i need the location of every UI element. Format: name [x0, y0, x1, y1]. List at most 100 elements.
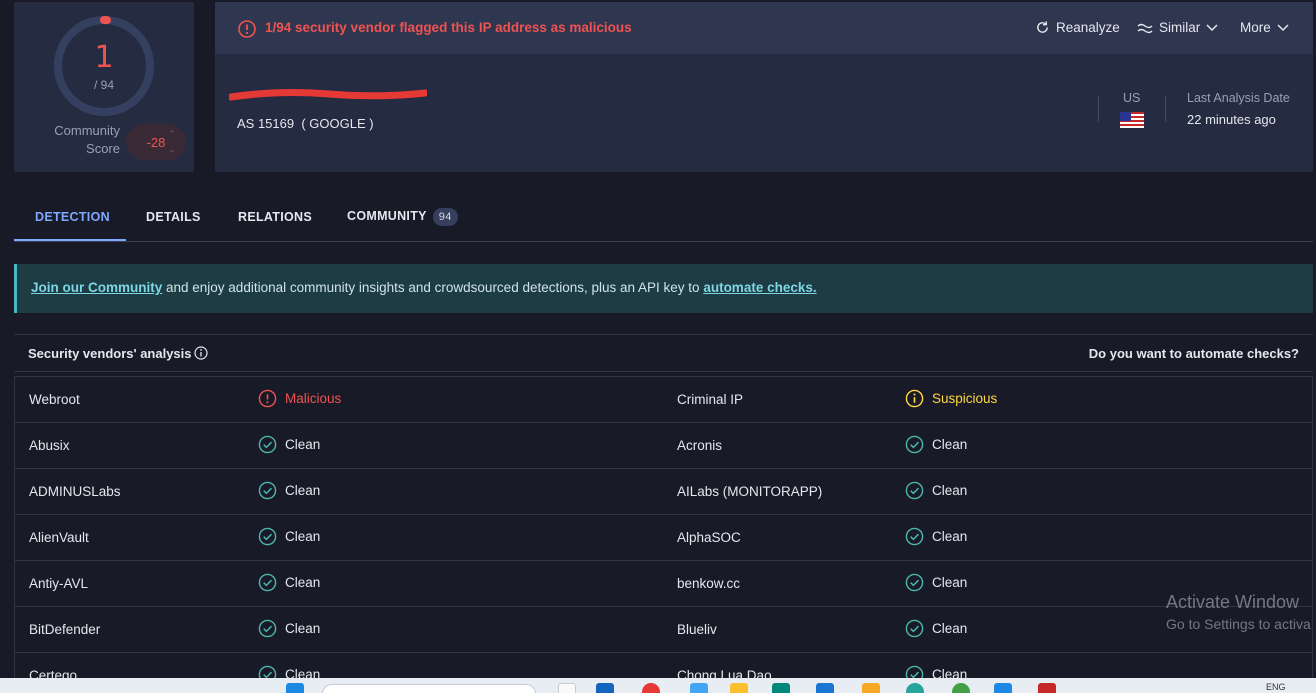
reanalyze-button[interactable]: Reanalyze — [1035, 20, 1120, 35]
chevron-down-icon — [1206, 23, 1218, 31]
tab-community[interactable]: COMMUNITY 94 — [347, 208, 458, 226]
detection-count: 1 — [94, 40, 114, 75]
country-code: US — [1123, 91, 1141, 105]
vendor-name: AILabs (MONITORAPP) — [677, 484, 823, 499]
tab-details[interactable]: DETAILS — [146, 210, 201, 224]
automate-checks-cta[interactable]: Do you want to automate checks? — [1089, 346, 1299, 361]
vendor-result: Clean — [905, 619, 967, 638]
vendor-result: Malicious — [258, 389, 341, 408]
clean-check-icon — [905, 435, 924, 454]
clean-check-icon — [258, 435, 277, 454]
vendor-name: ADMINUSLabs — [29, 484, 121, 499]
vendor-name: benkow.cc — [677, 576, 741, 591]
vote-down-icon[interactable]: ⌄ — [168, 144, 176, 154]
community-count-badge: 94 — [432, 208, 458, 226]
activate-windows-hint: Go to Settings to activa — [1166, 616, 1311, 632]
malicious-icon — [258, 389, 277, 408]
community-score-value[interactable]: -28 ⌃ ⌄ — [126, 124, 186, 160]
app-icon[interactable] — [772, 683, 790, 693]
divider — [1165, 96, 1166, 122]
vendor-name: Antiy-AVL — [29, 576, 89, 591]
similar-icon — [1137, 23, 1153, 33]
whatsapp-icon[interactable] — [952, 683, 970, 693]
vendor-result: Suspicious — [905, 389, 997, 408]
vendor-result: Clean — [258, 619, 320, 638]
alert-icon — [238, 20, 256, 38]
last-analysis-value: 22 minutes ago — [1187, 112, 1276, 127]
vendor-result: Clean — [258, 481, 320, 500]
join-community-link[interactable]: Join our Community — [31, 280, 162, 295]
app-icon[interactable] — [730, 683, 748, 693]
vendor-name: AlienVault — [29, 530, 89, 545]
divider — [1098, 96, 1099, 122]
vendor-row: Abusix Clean Acronis Clean — [15, 423, 1312, 469]
us-flag-icon — [1120, 112, 1144, 128]
detection-score-card: 1 / 94 Community Score -28 ⌃ ⌄ — [14, 2, 194, 172]
vendor-name: Blueliv — [677, 622, 717, 637]
similar-dropdown[interactable]: Similar — [1137, 20, 1218, 35]
tab-detection[interactable]: DETECTION — [35, 210, 110, 224]
last-analysis-label: Last Analysis Date — [1187, 91, 1290, 105]
info-icon[interactable] — [194, 346, 208, 360]
automate-checks-link[interactable]: automate checks. — [703, 280, 816, 295]
more-dropdown[interactable]: More — [1240, 20, 1289, 35]
taskbar: ENG — [0, 678, 1316, 693]
vendor-row: ADMINUSLabs Clean AILabs (MONITORAPP) Clean — [15, 469, 1312, 515]
refresh-icon — [1037, 21, 1048, 33]
vendor-name: BitDefender — [29, 622, 101, 637]
clean-check-icon — [905, 573, 924, 592]
active-tab-indicator — [14, 239, 126, 241]
banner-text: and enjoy additional community insights … — [162, 280, 704, 295]
vendor-result: Clean — [258, 527, 320, 546]
vendor-result: Clean — [905, 435, 967, 454]
vendor-result: Clean — [905, 527, 967, 546]
vendor-row: Antiy-AVL Clean benkow.cc Clean — [15, 561, 1312, 607]
tab-relations[interactable]: RELATIONS — [238, 210, 312, 224]
vendor-name: Criminal IP — [677, 392, 744, 407]
community-score-label: Community Score — [54, 123, 120, 156]
ip-summary-card: 1/94 security vendor flagged this IP add… — [215, 2, 1313, 172]
vendor-name: AlphaSOC — [677, 530, 741, 545]
alert-bar: 1/94 security vendor flagged this IP add… — [215, 2, 1313, 54]
vendor-name: Abusix — [29, 438, 70, 453]
vendor-row: BitDefender Clean Blueliv Clean — [15, 607, 1312, 653]
app-icon[interactable] — [816, 683, 834, 693]
start-icon[interactable] — [286, 683, 304, 693]
app-icon[interactable] — [994, 683, 1012, 693]
clean-check-icon — [258, 573, 277, 592]
alert-message: 1/94 security vendor flagged this IP add… — [265, 20, 632, 35]
vendors-title: Security vendors' analysis — [28, 346, 192, 361]
vendor-row: Webroot Malicious Criminal IP Suspicious — [15, 377, 1312, 423]
app-icon[interactable] — [596, 683, 614, 693]
clean-check-icon — [258, 527, 277, 546]
task-view-icon[interactable] — [558, 683, 576, 693]
vendors-table: Webroot Malicious Criminal IP Suspicious Abu… — [14, 376, 1313, 693]
clean-check-icon — [905, 527, 924, 546]
clean-check-icon — [905, 481, 924, 500]
detection-total: / 94 — [93, 78, 114, 92]
vendor-result: Clean — [258, 435, 320, 454]
app-icon[interactable] — [690, 683, 708, 693]
vendor-result: Clean — [905, 573, 967, 592]
vendors-header: Security vendors' analysis Do you want t… — [14, 334, 1313, 372]
vendor-name: Webroot — [29, 392, 80, 407]
activate-windows-watermark: Activate Window — [1166, 592, 1300, 612]
clean-check-icon — [905, 619, 924, 638]
taskbar-search[interactable] — [322, 684, 536, 693]
app-icon[interactable] — [1038, 683, 1056, 693]
community-banner: Join our Community and enjoy additional … — [14, 264, 1313, 313]
vendor-name: Acronis — [677, 438, 723, 453]
vendor-result: Clean — [905, 481, 967, 500]
vendor-result: Clean — [258, 573, 320, 592]
suspicious-icon — [905, 389, 924, 408]
chevron-down-icon — [1277, 23, 1289, 31]
file-explorer-icon[interactable] — [862, 683, 880, 693]
ip-address-redacted — [229, 89, 427, 101]
clean-check-icon — [258, 619, 277, 638]
tab-bar: DETECTION DETAILS RELATIONS COMMUNITY 94 — [14, 194, 1313, 242]
app-icon[interactable] — [906, 683, 924, 693]
language-indicator[interactable]: ENG — [1266, 682, 1286, 692]
vote-up-icon[interactable]: ⌃ — [168, 129, 176, 139]
vendor-row: AlienVault Clean AlphaSOC Clean — [15, 515, 1312, 561]
chrome-icon[interactable] — [642, 683, 660, 693]
